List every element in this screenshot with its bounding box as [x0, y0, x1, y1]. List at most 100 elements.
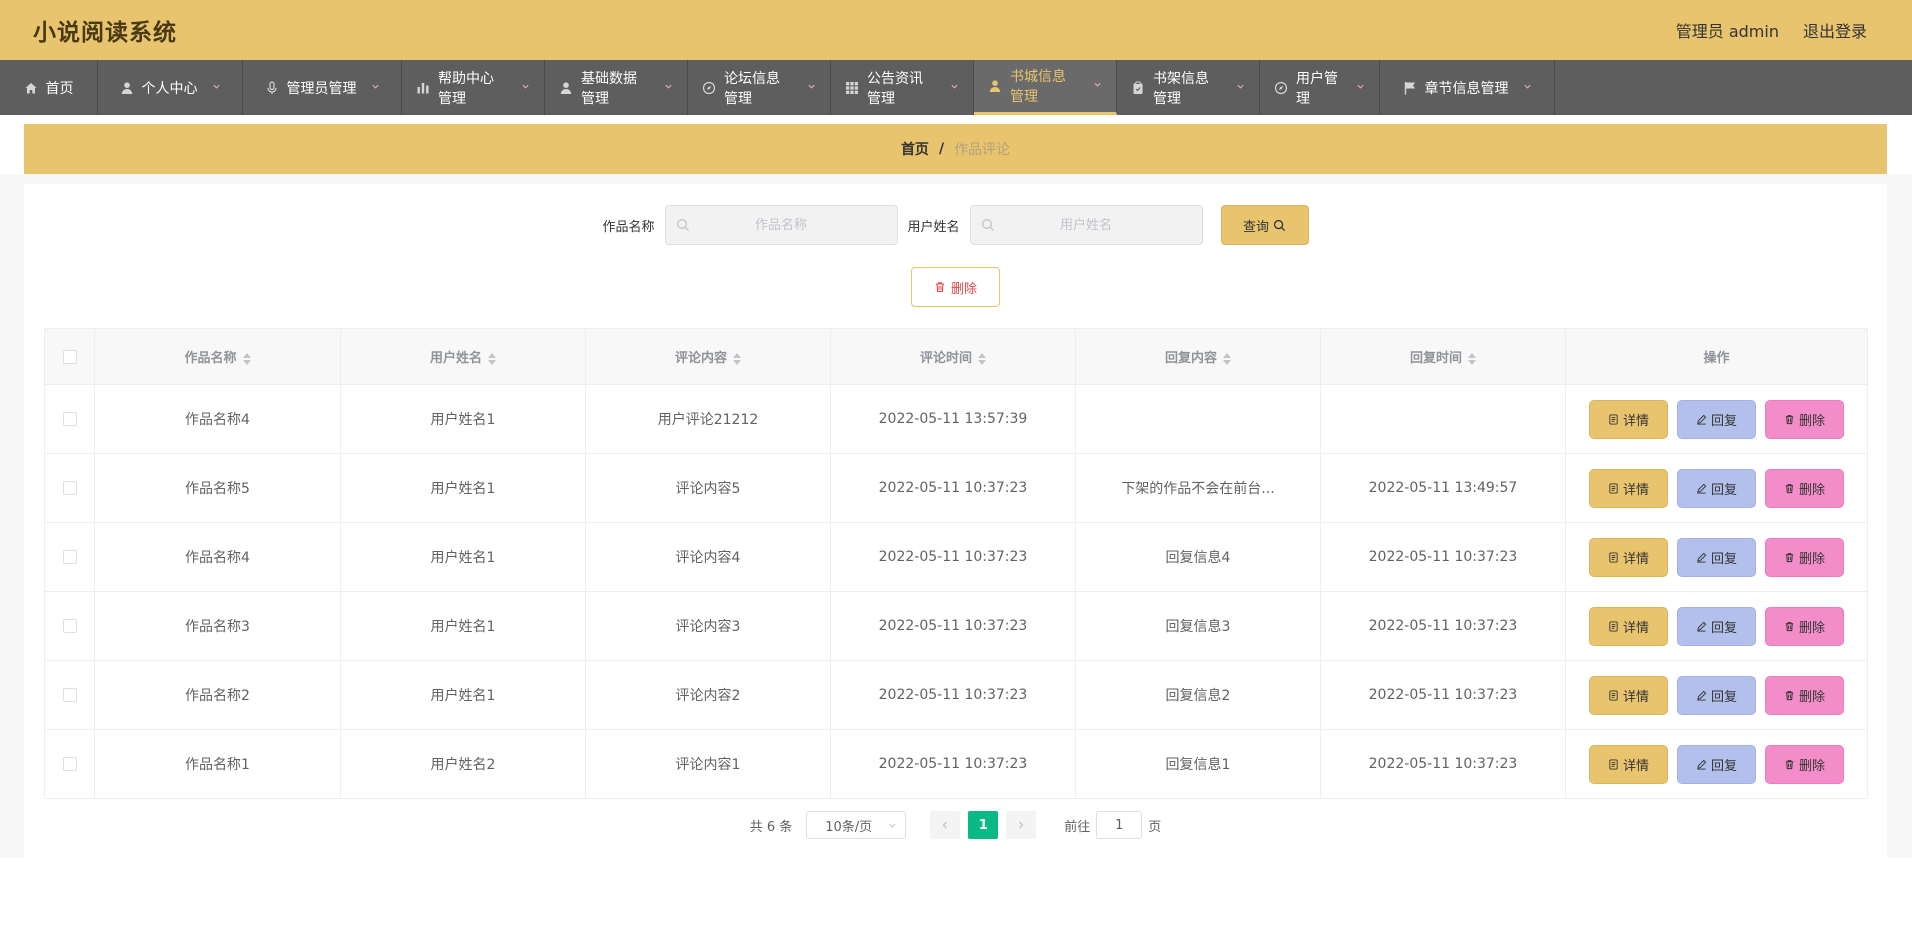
row-actions: 详情 回复 删除	[1566, 606, 1867, 646]
edit-icon	[1697, 759, 1707, 770]
reply-button-label: 回复	[1710, 482, 1737, 498]
search-bar: 作品名称 用户姓名 查询	[24, 204, 1887, 246]
detail-button[interactable]: 详情	[1589, 399, 1668, 439]
comment-cell: 评论内容5	[585, 453, 831, 523]
nav-item[interactable]: 论坛信息管理	[688, 60, 831, 115]
table-row: 作品名称1 用户姓名2 评论内容1 2022-05-11 10:37:23 回复信息1 2…	[44, 729, 1868, 799]
row-checkbox[interactable]	[62, 757, 77, 771]
edit-icon	[1697, 621, 1707, 632]
logout-link[interactable]: 退出登录	[1803, 18, 1867, 42]
trash-icon	[1785, 483, 1794, 493]
table-row: 作品名称3 用户姓名1 评论内容3 2022-05-11 10:37:23 回复信息3 2…	[44, 591, 1868, 661]
sort-icon[interactable]	[1468, 352, 1476, 365]
operations-cell: 详情 回复 删除	[1565, 660, 1868, 730]
nav-item[interactable]: 帮助中心管理	[402, 60, 545, 115]
user-name-input[interactable]	[980, 217, 1192, 233]
nav-item[interactable]: 章节信息管理	[1380, 60, 1555, 115]
delete-button[interactable]: 删除	[1765, 675, 1844, 715]
compass-icon	[702, 81, 716, 95]
row-checkbox[interactable]	[62, 619, 77, 633]
reply-button[interactable]: 回复	[1677, 468, 1756, 508]
grid-icon	[845, 81, 859, 95]
detail-button[interactable]: 详情	[1589, 537, 1668, 577]
column-header[interactable]: 回复内容	[1075, 328, 1321, 385]
detail-button-label: 详情	[1622, 689, 1649, 705]
nav-item-label: 论坛信息管理	[724, 70, 780, 107]
delete-button[interactable]: 删除	[1765, 606, 1844, 646]
nav-item[interactable]: 基础数据管理	[545, 60, 688, 115]
delete-button[interactable]: 删除	[1765, 744, 1844, 784]
reply-button[interactable]: 回复	[1677, 606, 1756, 646]
bulk-delete-button[interactable]: 删除	[911, 267, 1000, 307]
next-page-button[interactable]	[1006, 811, 1037, 839]
nav-item[interactable]: 书架信息管理	[1117, 60, 1260, 115]
operations-cell: 详情 回复 删除	[1565, 453, 1868, 523]
reply-button-label: 回复	[1710, 689, 1737, 705]
nav-item-label: 用户管理	[1296, 70, 1338, 107]
row-select-cell	[44, 453, 95, 523]
row-checkbox[interactable]	[62, 688, 77, 702]
document-icon	[1609, 689, 1618, 701]
reply-button[interactable]: 回复	[1677, 744, 1756, 784]
nav-item[interactable]: 管理员管理	[243, 60, 402, 115]
page-size-value: 10条/页	[825, 819, 873, 835]
edit-icon	[1697, 414, 1707, 425]
detail-button[interactable]: 详情	[1589, 675, 1668, 715]
trash-icon	[1785, 690, 1794, 700]
comment-cell: 评论内容1	[585, 729, 831, 799]
trash-icon	[1785, 414, 1794, 424]
sort-icon[interactable]	[488, 352, 496, 365]
page-size-select[interactable]: 10条/页	[806, 811, 907, 839]
row-actions: 详情 回复 删除	[1566, 537, 1867, 577]
document-icon	[1609, 758, 1618, 770]
nav-item-label: 公告资讯管理	[867, 70, 923, 107]
document-icon	[1609, 413, 1618, 425]
page-jump-input[interactable]	[1096, 811, 1143, 839]
sort-icon[interactable]	[1223, 352, 1231, 365]
column-header[interactable]: 作品名称	[94, 328, 341, 385]
page-jump-suffix: 页	[1148, 819, 1162, 835]
nav-item-label: 个人中心	[141, 80, 198, 97]
column-header[interactable]: 评论内容	[585, 328, 831, 385]
page-number-current[interactable]: 1	[968, 811, 999, 839]
row-checkbox[interactable]	[62, 550, 77, 564]
comment-time-cell: 2022-05-11 10:37:23	[830, 660, 1076, 730]
reply-button[interactable]: 回复	[1677, 537, 1756, 577]
select-all-checkbox[interactable]	[62, 349, 77, 364]
detail-button[interactable]: 详情	[1589, 744, 1668, 784]
chevron-right-icon	[1019, 821, 1024, 829]
breadcrumb-home[interactable]: 首页	[901, 139, 929, 159]
user-name-cell: 用户姓名1	[340, 384, 586, 454]
nav-item[interactable]: 公告资讯管理	[831, 60, 974, 115]
nav-item[interactable]: 个人中心	[98, 60, 243, 115]
chevron-down-icon	[807, 82, 816, 94]
column-header[interactable]: 评论时间	[830, 328, 1076, 385]
row-checkbox[interactable]	[62, 481, 77, 495]
detail-button[interactable]: 详情	[1589, 468, 1668, 508]
nav-item[interactable]: 书城信息管理	[974, 60, 1117, 115]
nav-item[interactable]: 首页	[0, 60, 98, 115]
detail-button[interactable]: 详情	[1589, 606, 1668, 646]
work-name-input[interactable]	[675, 217, 887, 233]
row-checkbox[interactable]	[62, 412, 77, 426]
prev-page-button[interactable]	[930, 811, 961, 839]
column-header[interactable]: 用户姓名	[340, 328, 586, 385]
delete-button[interactable]: 删除	[1765, 468, 1844, 508]
query-button[interactable]: 查询	[1220, 205, 1309, 245]
reply-button[interactable]: 回复	[1677, 675, 1756, 715]
nav-item[interactable]: 用户管理	[1260, 60, 1380, 115]
sort-icon[interactable]	[733, 352, 741, 365]
sort-icon[interactable]	[242, 352, 251, 365]
column-header[interactable]: 回复时间	[1320, 328, 1566, 385]
row-actions: 详情 回复 删除	[1566, 675, 1867, 715]
reply-cell: 回复信息3	[1075, 591, 1321, 661]
edit-icon	[1697, 690, 1707, 701]
reply-button[interactable]: 回复	[1677, 399, 1756, 439]
page-jump-prefix: 前往	[1064, 819, 1091, 835]
delete-button[interactable]: 删除	[1765, 399, 1844, 439]
sort-icon[interactable]	[978, 352, 986, 365]
delete-button[interactable]: 删除	[1765, 537, 1844, 577]
home-icon	[24, 81, 38, 95]
row-select-cell	[44, 522, 95, 592]
reply-time-cell: 2022-05-11 10:37:23	[1320, 729, 1566, 799]
